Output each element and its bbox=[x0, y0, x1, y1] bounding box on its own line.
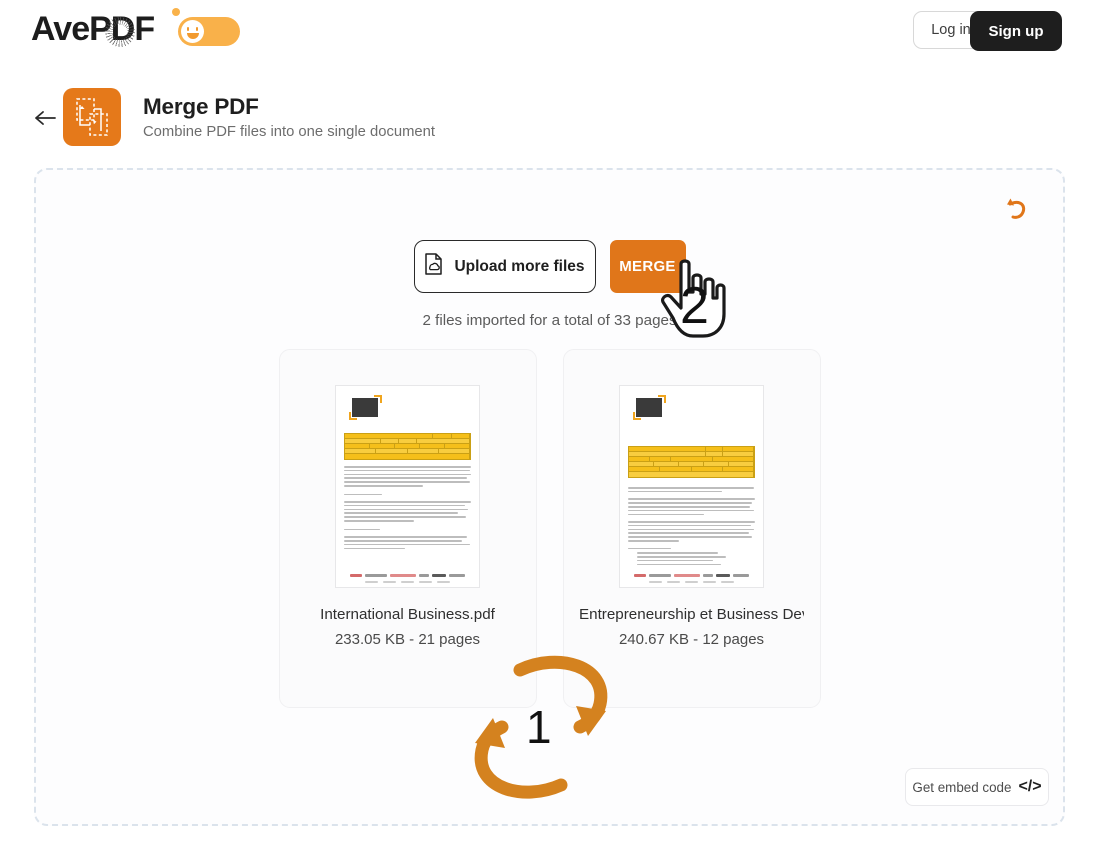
thumbnail-logo bbox=[633, 395, 666, 420]
embed-code-label: Get embed code bbox=[912, 779, 1012, 795]
thumbnail-footer bbox=[620, 573, 763, 577]
page-subtitle: Combine PDF files into one single docume… bbox=[143, 124, 435, 140]
logo-text: AvePDF bbox=[31, 10, 155, 48]
action-buttons: Upload more files MERGE bbox=[36, 240, 1063, 293]
login-label: Log in bbox=[931, 22, 971, 38]
upload-more-files-label: Upload more files bbox=[454, 257, 585, 275]
toggle-accent-dot bbox=[172, 8, 180, 16]
thumbnail-text bbox=[628, 487, 755, 566]
theme-toggle-track[interactable] bbox=[178, 17, 240, 46]
thumbnail-logo bbox=[349, 395, 382, 420]
merge-workspace-panel: Upload more files MERGE 2 files imported… bbox=[34, 168, 1065, 826]
thumbnail-text bbox=[344, 466, 471, 550]
app-header: AvePDF Log in Sign up bbox=[0, 0, 1100, 60]
back-arrow-icon[interactable] bbox=[33, 108, 57, 131]
thumbnail-table bbox=[344, 433, 471, 460]
merge-pdf-icon bbox=[63, 88, 121, 146]
file-name: International Business.pdf bbox=[320, 606, 495, 623]
pdf-thumbnail bbox=[335, 385, 480, 588]
globe-icon bbox=[105, 17, 135, 47]
signup-button[interactable]: Sign up bbox=[970, 11, 1062, 51]
app-logo[interactable]: AvePDF bbox=[31, 10, 155, 49]
import-summary: 2 files imported for a total of 33 pages bbox=[422, 312, 677, 329]
file-name: Entrepreneurship et Business Dev... bbox=[579, 606, 804, 623]
signup-label: Sign up bbox=[988, 22, 1044, 40]
code-brackets-icon: </> bbox=[1018, 778, 1042, 795]
file-card[interactable]: International Business.pdf 233.05 KB - 2… bbox=[278, 349, 537, 708]
smiley-eye-right bbox=[195, 27, 198, 31]
pdf-thumbnail bbox=[619, 385, 764, 588]
upload-more-files-button[interactable]: Upload more files bbox=[413, 240, 596, 293]
merge-button[interactable]: MERGE bbox=[609, 240, 686, 293]
thumbnail-table bbox=[628, 446, 755, 478]
smiley-eye-left bbox=[187, 27, 190, 31]
file-card[interactable]: Entrepreneurship et Business Dev... 240.… bbox=[562, 349, 821, 708]
smiley-face-icon bbox=[181, 20, 204, 43]
thumbnail-footer-sub bbox=[336, 581, 479, 583]
smiley-mouth bbox=[186, 33, 199, 39]
file-meta: 240.67 KB - 12 pages bbox=[618, 631, 765, 648]
thumbnail-footer bbox=[336, 573, 479, 577]
merge-button-label: MERGE bbox=[619, 258, 676, 275]
theme-toggle[interactable] bbox=[172, 8, 240, 46]
document-cloud-icon bbox=[424, 253, 443, 280]
thumbnail-footer-sub bbox=[620, 581, 763, 583]
file-card-list: International Business.pdf 233.05 KB - 2… bbox=[36, 349, 1063, 708]
file-meta: 233.05 KB - 21 pages bbox=[334, 631, 481, 648]
undo-arrow-icon[interactable] bbox=[1001, 195, 1031, 225]
page-title: Merge PDF bbox=[143, 94, 259, 119]
get-embed-code-button[interactable]: Get embed code </> bbox=[905, 768, 1049, 806]
